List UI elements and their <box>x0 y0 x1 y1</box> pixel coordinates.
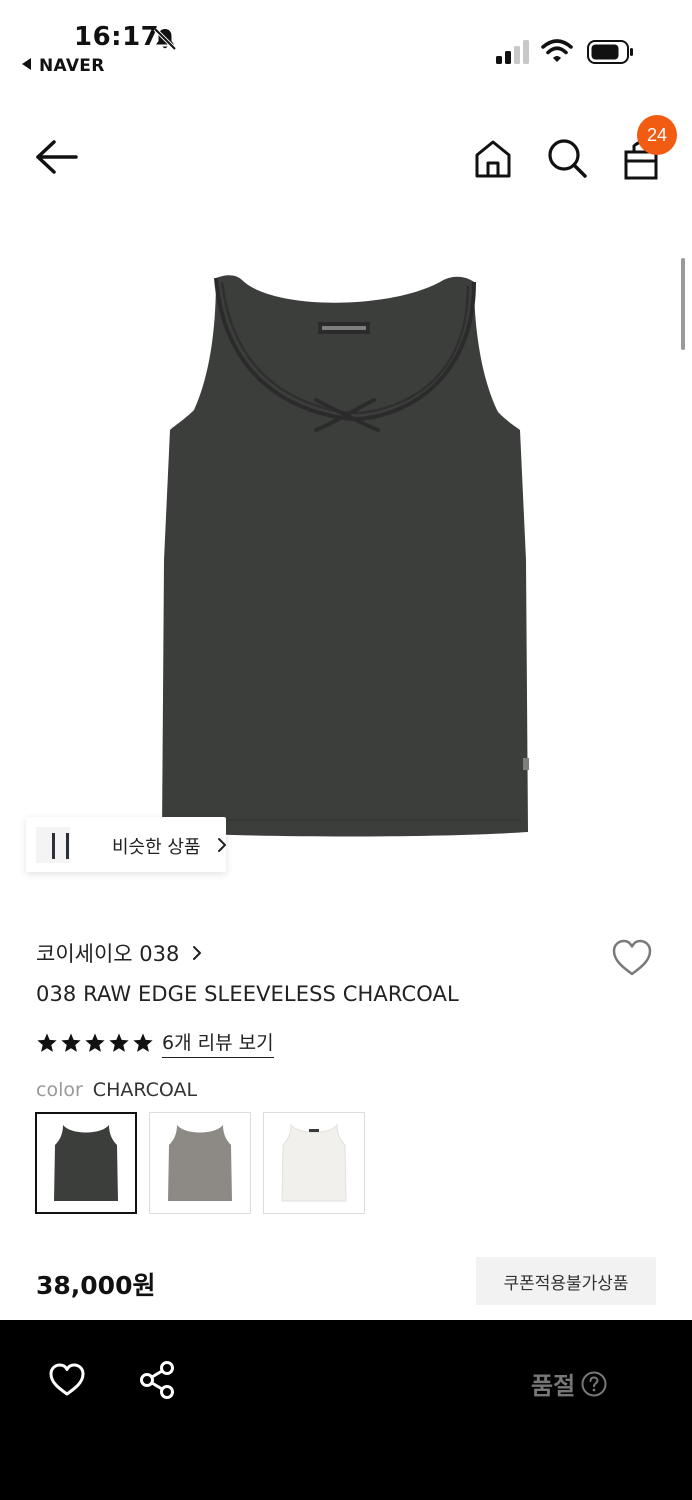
product-price: 38,000원 <box>36 1271 156 1300</box>
rating-row: 6개 리뷰 보기 <box>36 1028 274 1058</box>
brand-link[interactable]: 코이세이오 038 <box>36 938 203 968</box>
product-title: 038 RAW EDGE SLEEVELESS CHARCOAL <box>36 982 459 1006</box>
similar-products-button[interactable]: 비슷한 상품 <box>26 817 226 872</box>
wifi-icon <box>541 39 573 62</box>
star-icon <box>109 1033 129 1052</box>
swatch-charcoal-image <box>54 1125 118 1201</box>
help-icon[interactable] <box>581 1371 607 1397</box>
sold-out-label: 품절 <box>531 1372 576 1400</box>
heart-icon[interactable] <box>48 1362 86 1398</box>
swatch-gray[interactable] <box>149 1112 251 1214</box>
rating-stars <box>36 1032 154 1054</box>
share-icon[interactable] <box>138 1360 178 1400</box>
battery-icon <box>587 40 633 64</box>
star-icon <box>61 1033 81 1052</box>
search-icon[interactable] <box>543 134 591 182</box>
back-triangle-icon <box>22 58 31 70</box>
color-row: color CHARCOAL <box>36 1079 197 1101</box>
product-image[interactable] <box>140 260 550 850</box>
top-navigation <box>0 110 692 210</box>
sold-out-status: 품절 <box>531 1366 607 1401</box>
back-arrow-icon[interactable] <box>30 134 82 180</box>
home-icon[interactable] <box>470 136 516 182</box>
color-value: CHARCOAL <box>92 1079 198 1101</box>
scroll-indicator[interactable] <box>681 258 685 350</box>
bell-muted-icon <box>153 27 177 51</box>
back-app-label: NAVER <box>39 56 105 76</box>
swatch-charcoal[interactable] <box>35 1112 137 1214</box>
similar-thumbnail-icon <box>36 827 70 863</box>
chevron-right-icon <box>218 838 226 852</box>
star-icon <box>85 1033 105 1052</box>
swatch-white-image <box>281 1123 347 1202</box>
status-bar: 16:17 NAVER <box>0 0 692 90</box>
similar-products-label: 비슷한 상품 <box>112 837 201 858</box>
bottom-action-bar: 품절 <box>0 1320 692 1500</box>
signal-icon <box>496 40 529 64</box>
chevron-right-icon <box>193 946 202 960</box>
swatch-gray-image <box>168 1125 232 1201</box>
color-label: color <box>36 1079 83 1101</box>
review-link[interactable]: 6개 리뷰 보기 <box>162 1028 274 1058</box>
star-icon <box>37 1033 57 1052</box>
color-swatches <box>35 1112 365 1214</box>
coupon-unavailable-badge: 쿠폰적용불가상품 <box>476 1257 656 1305</box>
swatch-white[interactable] <box>263 1112 365 1214</box>
cart-count-badge: 24 <box>637 115 677 155</box>
back-to-app-link[interactable]: NAVER <box>22 56 105 76</box>
status-time: 16:17 <box>74 22 160 52</box>
star-icon <box>133 1033 153 1052</box>
brand-name: 코이세이오 038 <box>36 942 180 966</box>
wishlist-heart-icon[interactable] <box>610 938 654 978</box>
